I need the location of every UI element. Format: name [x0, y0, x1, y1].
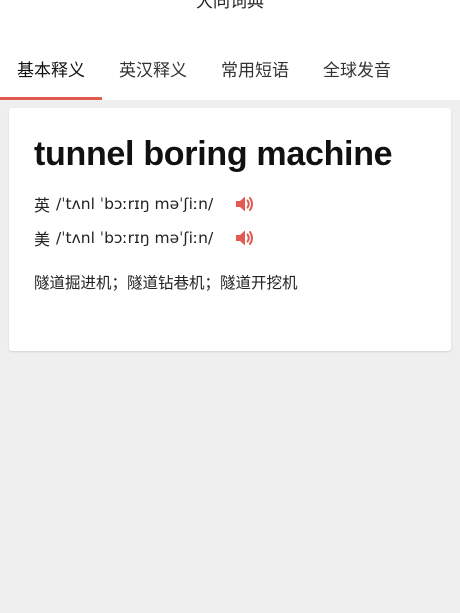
app-title-text: 大同词典	[196, 0, 264, 12]
tab-label: 英汉释义	[119, 60, 187, 81]
definition-text: 隧道掘进机；隧道钻巷机；隧道开挖机	[34, 274, 298, 292]
us-label: 美	[34, 230, 51, 249]
tab-common-phrases[interactable]: 常用短语	[204, 36, 306, 100]
definition-card: tunnel boring machine 英 /ˈtʌnl ˈbɔːrɪŋ m…	[9, 108, 451, 351]
uk-pronunciation-row: 英 /ˈtʌnl ˈbɔːrɪŋ məˈʃiːn/	[34, 187, 427, 221]
tab-bar: 基本释义 英汉释义 常用短语 全球发音	[0, 36, 460, 100]
content-area: tunnel boring machine 英 /ˈtʌnl ˈbɔːrɪŋ m…	[0, 100, 460, 351]
top-area: 大同词典 基本释义 英汉释义 常用短语 全球发音	[0, 0, 460, 100]
tab-label: 基本释义	[17, 60, 85, 81]
speaker-icon[interactable]	[233, 227, 255, 249]
tab-basic-definition[interactable]: 基本释义	[0, 36, 102, 100]
us-pronunciation-row: 美 /ˈtʌnl ˈbɔːrɪŋ məˈʃiːn/	[34, 221, 427, 255]
tab-label: 常用短语	[221, 60, 289, 81]
tab-en-cn-definition[interactable]: 英汉释义	[102, 36, 204, 100]
uk-phonetic: /ˈtʌnl ˈbɔːrɪŋ məˈʃiːn/	[56, 195, 214, 213]
active-tab-indicator	[0, 97, 102, 100]
speaker-icon[interactable]	[233, 193, 255, 215]
headword: tunnel boring machine	[34, 135, 393, 173]
us-phonetic: /ˈtʌnl ˈbɔːrɪŋ məˈʃiːn/	[56, 229, 214, 247]
tab-label: 全球发音	[323, 60, 391, 81]
tab-global-pronunciation[interactable]: 全球发音	[306, 36, 408, 100]
app-title: 大同词典	[0, 0, 460, 36]
uk-label: 英	[34, 196, 51, 215]
